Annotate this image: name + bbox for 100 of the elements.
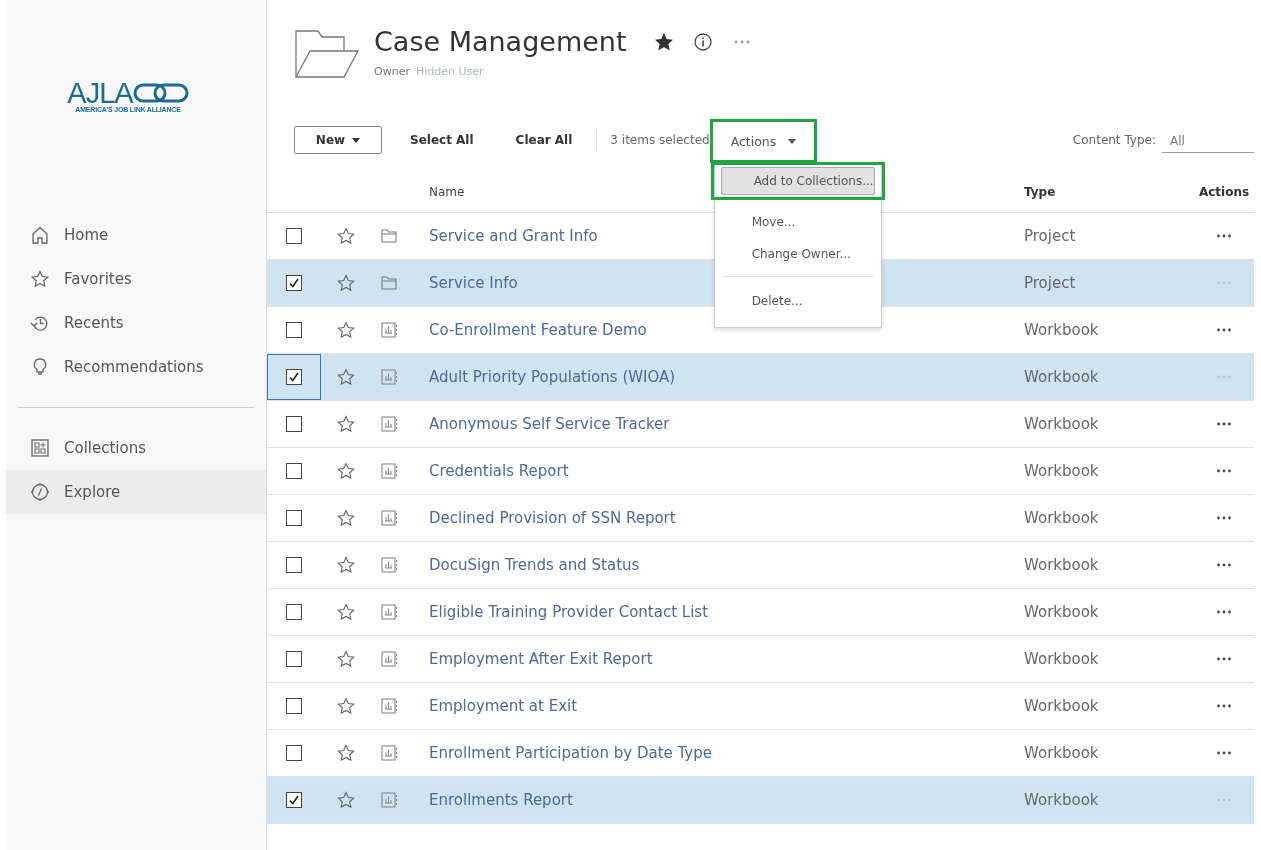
- item-link[interactable]: Service and Grant Info: [429, 227, 598, 245]
- workbook-icon: [380, 556, 398, 574]
- item-link[interactable]: Enrollment Participation by Date Type: [429, 744, 712, 762]
- item-link[interactable]: Employment at Exit: [429, 697, 578, 715]
- folder-icon: [380, 227, 398, 245]
- star-icon[interactable]: [336, 696, 356, 716]
- more-icon[interactable]: [1216, 421, 1232, 427]
- item-link[interactable]: Service Info: [429, 274, 518, 292]
- menu-item[interactable]: Add to Collections...: [720, 167, 875, 195]
- table-cell: Project: [1024, 227, 1076, 245]
- table-cell: Workbook: [1024, 509, 1099, 527]
- star-icon[interactable]: [336, 367, 356, 387]
- workbook-icon: [380, 368, 398, 386]
- star-icon[interactable]: [336, 790, 356, 810]
- star-icon[interactable]: [336, 414, 356, 434]
- more-icon[interactable]: [1216, 703, 1232, 709]
- workbook-icon: [380, 462, 398, 480]
- menu-item[interactable]: Change Owner...: [718, 240, 877, 268]
- workbook-icon: [380, 321, 398, 339]
- table-cell: Workbook: [1024, 791, 1099, 809]
- row-checkbox[interactable]: [286, 510, 302, 526]
- item-link[interactable]: Co-Enrollment Feature Demo: [429, 321, 647, 339]
- workbook-icon: [380, 650, 398, 668]
- sidebar-item[interactable]: Recommendations: [6, 345, 266, 389]
- sidebar-item[interactable]: Favorites: [6, 257, 266, 301]
- workbook-icon: [380, 603, 398, 621]
- star-icon: [30, 269, 50, 289]
- item-link[interactable]: Enrollments Report: [429, 791, 573, 809]
- compass-icon: [30, 482, 50, 502]
- collections-icon: [30, 438, 50, 458]
- star-icon[interactable]: [336, 508, 356, 528]
- row-checkbox[interactable]: [286, 463, 302, 479]
- more-icon[interactable]: [1216, 233, 1232, 239]
- item-link[interactable]: Anonymous Self Service Tracker: [429, 415, 670, 433]
- menu-item[interactable]: Move...: [718, 208, 877, 236]
- workbook-icon: [380, 697, 398, 715]
- home-icon: [30, 225, 50, 245]
- more-icon[interactable]: [1216, 468, 1232, 474]
- row-checkbox[interactable]: [286, 275, 302, 291]
- content-type-dropdown[interactable]: All: [1162, 127, 1254, 153]
- sidebar-item[interactable]: Collections: [6, 426, 266, 470]
- item-link[interactable]: Adult Priority Populations (WIOA): [429, 368, 676, 386]
- row-checkbox[interactable]: [286, 698, 302, 714]
- more-icon[interactable]: [1216, 562, 1232, 568]
- table-cell: Workbook: [1024, 744, 1099, 762]
- more-icon[interactable]: [1216, 656, 1232, 662]
- logo-wordmark: AJLA: [67, 80, 133, 106]
- item-link[interactable]: DocuSign Trends and Status: [429, 556, 640, 574]
- folder-icon: [380, 274, 398, 292]
- star-icon[interactable]: [336, 649, 356, 669]
- star-icon[interactable]: [336, 226, 356, 246]
- row-checkbox[interactable]: [286, 604, 302, 620]
- row-checkbox[interactable]: [286, 745, 302, 761]
- row-checkbox[interactable]: [286, 792, 302, 808]
- select-all-button[interactable]: Select All: [408, 133, 476, 147]
- content-type-label: Content Type:: [1072, 133, 1156, 147]
- item-link[interactable]: Declined Provision of SSN Report: [429, 509, 676, 527]
- row-checkbox[interactable]: [286, 228, 302, 244]
- sidebar-item[interactable]: Recents: [6, 301, 266, 345]
- sidebar-item[interactable]: Explore: [6, 470, 266, 514]
- workbook-icon: [380, 791, 398, 809]
- owner-label: Owner: [374, 65, 410, 78]
- star-icon[interactable]: [336, 743, 356, 763]
- star-icon[interactable]: [336, 602, 356, 622]
- item-link[interactable]: Credentials Report: [429, 462, 569, 480]
- menu-item[interactable]: Delete...: [718, 287, 877, 315]
- star-icon[interactable]: [336, 273, 356, 293]
- more-icon[interactable]: [1216, 327, 1232, 333]
- more-icon[interactable]: [1216, 515, 1232, 521]
- table-cell: Workbook: [1024, 697, 1099, 715]
- new-button[interactable]: New: [294, 126, 382, 154]
- folder-icon: [294, 29, 360, 79]
- sidebar-item[interactable]: Home: [6, 213, 266, 257]
- page-title: Case Management: [374, 26, 627, 57]
- row-checkbox[interactable]: [286, 416, 302, 432]
- info-icon[interactable]: [692, 31, 713, 52]
- more-icon[interactable]: [1216, 750, 1232, 756]
- row-checkbox[interactable]: [286, 651, 302, 667]
- table-cell: Workbook: [1024, 462, 1099, 480]
- chain-link-icon: [132, 82, 189, 104]
- column-header[interactable]: Name: [429, 185, 465, 199]
- more-icon[interactable]: [1216, 609, 1232, 615]
- star-icon[interactable]: [336, 555, 356, 575]
- workbook-icon: [380, 415, 398, 433]
- star-icon[interactable]: [336, 320, 356, 340]
- table-cell: Workbook: [1024, 556, 1099, 574]
- row-checkbox[interactable]: [286, 369, 302, 385]
- item-link[interactable]: Employment After Exit Report: [429, 650, 653, 668]
- row-checkbox[interactable]: [286, 322, 302, 338]
- selection-count: 3 items selected: [610, 133, 710, 147]
- table-cell: Workbook: [1024, 650, 1099, 668]
- column-header[interactable]: Type: [1024, 185, 1056, 199]
- table-cell: Workbook: [1024, 368, 1099, 386]
- row-checkbox[interactable]: [286, 557, 302, 573]
- star-icon[interactable]: [336, 461, 356, 481]
- table-cell: Workbook: [1024, 603, 1099, 621]
- item-link[interactable]: Eligible Training Provider Contact List: [429, 603, 709, 621]
- column-header[interactable]: Actions: [1198, 185, 1250, 199]
- clear-all-button[interactable]: Clear All: [513, 133, 575, 147]
- table-cell: Workbook: [1024, 415, 1099, 433]
